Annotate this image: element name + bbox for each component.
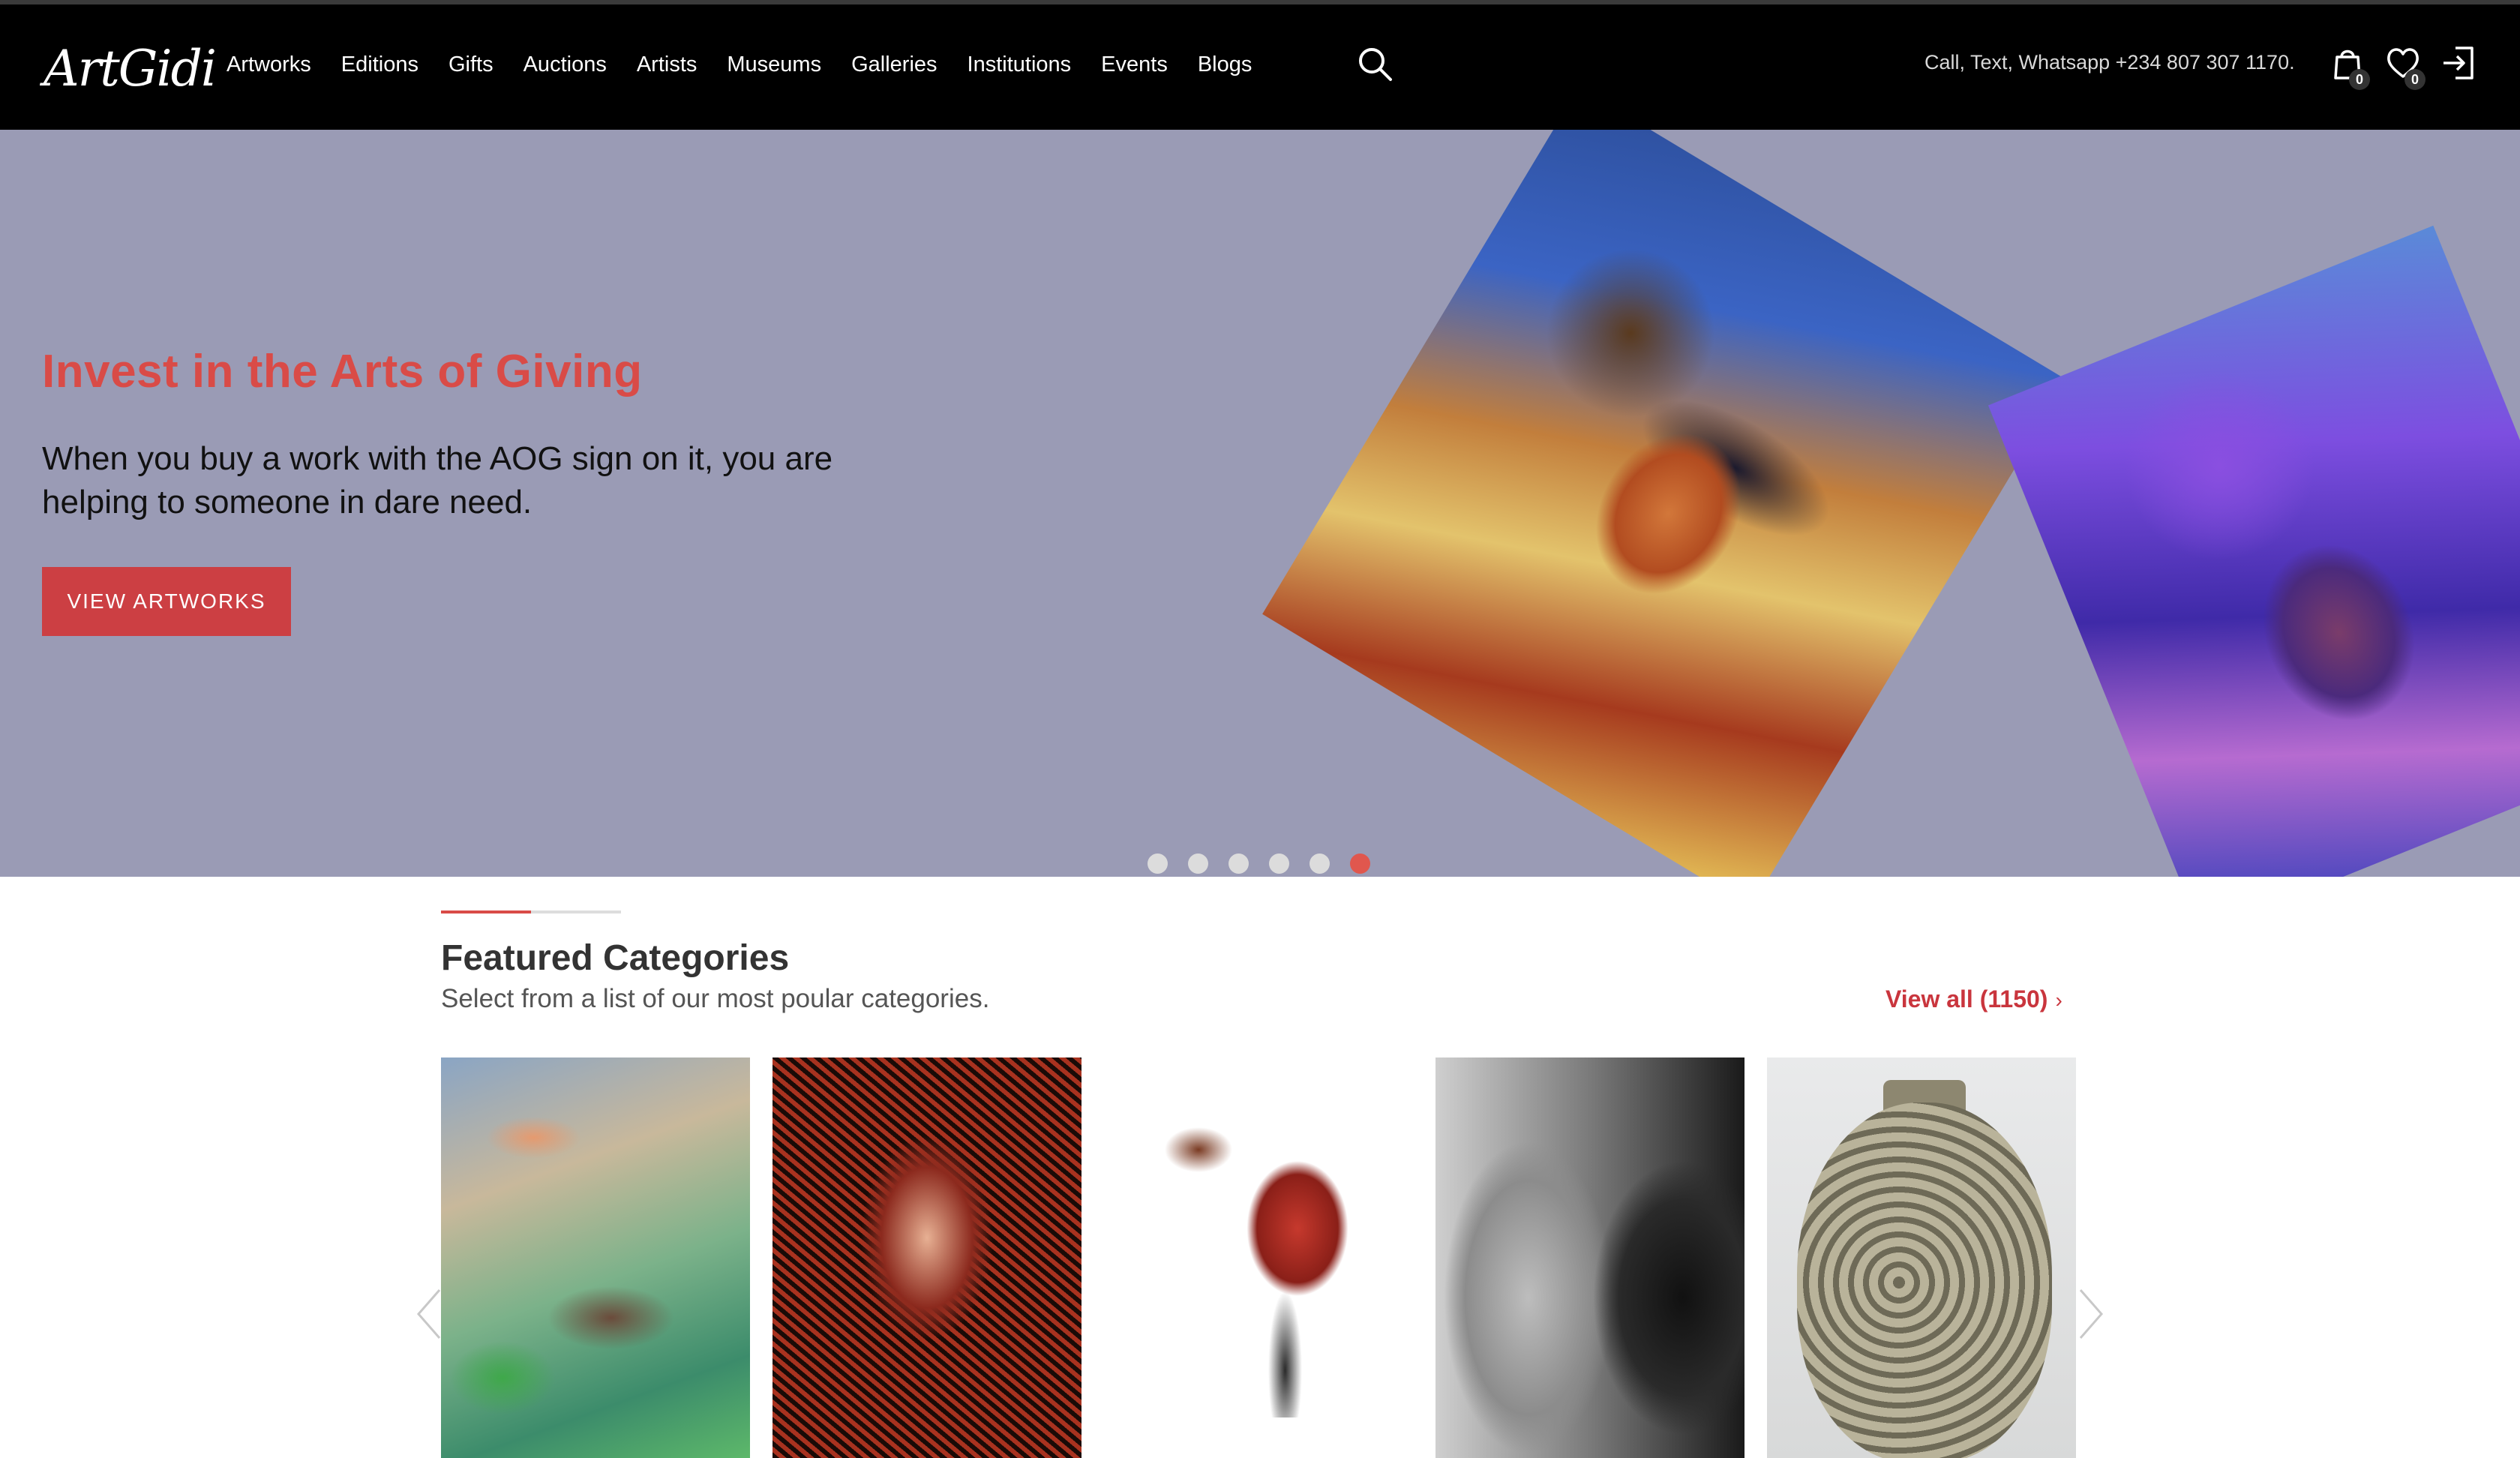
login-button[interactable] [2439,44,2478,88]
view-artworks-button[interactable]: VIEW ARTWORKS [42,567,291,636]
kangaroo-sculpture-image [1149,1102,1396,1418]
carousel-dot[interactable] [1188,854,1208,874]
top-navigation-bar: ArtGidi Artworks Editions Gifts Auctions… [0,0,2520,130]
nav-gifts[interactable]: Gifts [448,52,494,77]
hero-painting-purple-portrait [1988,225,2520,877]
chevron-right-icon: › [2055,988,2062,1012]
nav-editions[interactable]: Editions [341,52,418,77]
category-card-ceramics[interactable] [1767,1058,2076,1458]
hero-painting-woman-portrait [1262,130,2068,877]
category-card-photography[interactable] [1436,1058,1744,1458]
featured-categories-title: Featured Categories [441,938,790,978]
carousel-dot[interactable] [1148,854,1168,874]
search-icon[interactable] [1356,45,1395,84]
category-card-sculpture[interactable] [1104,1058,1413,1458]
category-carousel [441,1058,2078,1458]
nav-auctions[interactable]: Auctions [524,52,607,77]
hero-title: Invest in the Arts of Giving [42,346,643,398]
contact-info: Call, Text, Whatsapp +234 807 307 1170. [1924,51,2295,74]
nav-blogs[interactable]: Blogs [1198,52,1252,77]
cart-button[interactable]: 0 [2328,44,2370,90]
featured-categories-subtitle: Select from a list of our most poular ca… [441,984,990,1013]
hero-description: When you buy a work with the AOG sign on… [42,440,833,520]
carousel-dot[interactable] [1228,854,1249,874]
artgidi-logo[interactable]: ArtGidi [44,32,217,106]
carousel-dots [1148,854,1390,874]
wishlist-count-badge: 0 [2404,69,2426,90]
chevron-left-icon [417,1289,441,1339]
nav-galleries[interactable]: Galleries [851,52,937,77]
hero-banner: Invest in the Arts of Giving When you bu… [0,130,2520,877]
section-divider [441,910,621,914]
nav-museums[interactable]: Museums [727,52,821,77]
carousel-next-button[interactable] [2076,1287,2106,1341]
wishlist-button[interactable]: 0 [2384,44,2426,90]
nav-artworks[interactable]: Artworks [226,52,311,77]
category-card-painting[interactable] [441,1058,750,1458]
carousel-dot[interactable] [1310,854,1330,874]
carousel-dot-active[interactable] [1350,854,1370,874]
category-card-print[interactable] [772,1058,1082,1458]
view-all-label: View all (1150) [1886,986,2048,1012]
nav-artists[interactable]: Artists [637,52,698,77]
nav-events[interactable]: Events [1101,52,1168,77]
main-nav: Artworks Editions Gifts Auctions Artists… [226,44,1282,86]
login-icon [2444,46,2474,80]
carousel-dot[interactable] [1269,854,1289,874]
view-all-link[interactable]: View all (1150) › [1886,986,2062,1013]
nav-institutions[interactable]: Institutions [968,52,1072,77]
chevron-right-icon [2079,1289,2103,1339]
cart-count-badge: 0 [2349,69,2370,90]
carousel-prev-button[interactable] [414,1287,444,1341]
ceramic-vase-image [1797,1102,2052,1458]
